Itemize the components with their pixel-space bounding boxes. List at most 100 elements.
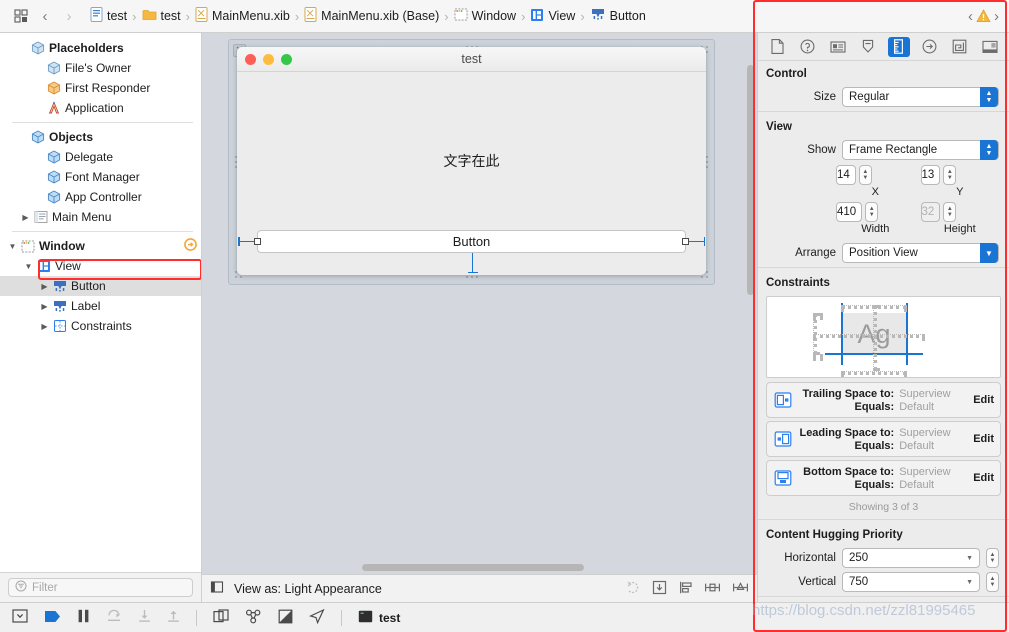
nav-forward-button[interactable]: ›: [58, 5, 80, 27]
step-out-icon[interactable]: [167, 609, 180, 626]
quick-help-icon[interactable]: [797, 37, 819, 57]
pause-icon[interactable]: [77, 609, 90, 626]
constraint-row-trailing[interactable]: Trailing Space to: Superview Equals: Def…: [766, 382, 1001, 418]
grid-icon[interactable]: [10, 5, 32, 27]
debug-view-hierarchy-icon[interactable]: [213, 608, 229, 627]
embed-in-icon[interactable]: [652, 580, 667, 598]
memory-graph-icon[interactable]: [245, 609, 262, 627]
outline-row-delegate[interactable]: Delegate: [0, 147, 201, 167]
chevron-updown-icon[interactable]: ▲ ▼: [980, 87, 998, 107]
constraint-edit-button[interactable]: Edit: [971, 394, 994, 406]
constraint-alignment-widget[interactable]: Ag: [766, 296, 1001, 378]
breadcrumb-label: MainMenu.xib: [212, 9, 290, 23]
arrange-popup[interactable]: Position View ▼: [842, 243, 999, 263]
twisty-icon[interactable]: ▶: [38, 282, 51, 291]
show-label: Show: [807, 144, 836, 156]
step-over-icon[interactable]: [106, 609, 122, 626]
debug-scheme[interactable]: test: [358, 610, 400, 626]
simulate-location-icon[interactable]: [308, 608, 325, 627]
simulate-appearance-icon[interactable]: [278, 609, 293, 627]
file-inspector-icon[interactable]: [766, 37, 788, 57]
continue-icon[interactable]: [44, 610, 61, 626]
bindings-inspector-icon[interactable]: [948, 37, 970, 57]
twisty-icon[interactable]: ▼: [6, 242, 19, 251]
outline-row-button[interactable]: ▶ Button: [0, 276, 201, 296]
size-popup[interactable]: Regular ▲ ▼: [842, 87, 999, 107]
step-into-icon[interactable]: [138, 609, 151, 626]
attributes-inspector-icon[interactable]: [857, 37, 879, 57]
resolve-issues-icon[interactable]: [732, 580, 749, 598]
breadcrumb-item-window[interactable]: Window: [454, 8, 516, 24]
connections-inspector-icon[interactable]: [918, 37, 940, 57]
update-frames-icon[interactable]: [626, 580, 641, 598]
outline-row-font-manager[interactable]: Font Manager: [0, 167, 201, 187]
y-stepper[interactable]: ▲ ▼: [943, 165, 957, 185]
preview-button[interactable]: Button: [257, 230, 686, 253]
x-stepper[interactable]: ▲ ▼: [858, 165, 872, 185]
view-effects-inspector-icon[interactable]: [979, 37, 1001, 57]
breadcrumb-item-xib[interactable]: MainMenu.xib: [195, 7, 290, 25]
layout-panel-icon[interactable]: [210, 580, 224, 597]
warning-triangle-icon[interactable]: [976, 9, 991, 23]
constraint-edit-button[interactable]: Edit: [971, 472, 994, 484]
size-inspector-icon[interactable]: [887, 36, 910, 57]
twisty-icon[interactable]: ▶: [38, 322, 51, 331]
hugging-vertical-combo[interactable]: 750 ▼: [842, 572, 980, 592]
nav-back-button[interactable]: ‹: [34, 5, 56, 27]
align-icon[interactable]: [678, 580, 693, 598]
outline-row-window[interactable]: ▼ Window: [0, 236, 201, 256]
chevron-down-icon[interactable]: ▼: [966, 579, 973, 586]
constraint-edit-button[interactable]: Edit: [971, 433, 994, 445]
issue-next-button[interactable]: ›: [994, 8, 999, 25]
twisty-icon[interactable]: ▶: [19, 213, 32, 222]
width-stepper[interactable]: ▲ ▼: [865, 202, 879, 222]
interface-builder-canvas[interactable]: ✕: [202, 33, 757, 574]
outline-row-main-menu[interactable]: ▶ Main Menu: [0, 207, 201, 227]
show-popup[interactable]: Frame Rectangle ▲ ▼: [842, 140, 999, 160]
outline-row-constraints[interactable]: ▶ Constraints: [0, 316, 201, 336]
scene-resize-handle-bottom[interactable]: [465, 276, 478, 278]
twisty-icon[interactable]: ▶: [38, 302, 51, 311]
outline-row-view[interactable]: ▼ View: [0, 256, 201, 276]
selection-handle-right[interactable]: [682, 238, 689, 245]
chevron-down-icon[interactable]: ▼: [966, 555, 973, 562]
canvas-vertical-scrollbar[interactable]: [747, 65, 754, 295]
canvas-scene-frame[interactable]: ✕: [228, 39, 715, 285]
outline-row-placeholders[interactable]: Placeholders: [0, 38, 201, 58]
outline-divider: [12, 122, 193, 123]
outline-row-label: File's Owner: [65, 61, 132, 75]
view-as-label[interactable]: View as: Light Appearance: [234, 582, 382, 596]
breadcrumb-item-xib-base[interactable]: MainMenu.xib (Base): [304, 7, 439, 25]
preview-text-label[interactable]: 文字在此: [444, 151, 500, 171]
x-input[interactable]: 14: [836, 165, 856, 185]
outline-row-application[interactable]: Application: [0, 98, 201, 118]
scene-resize-handle-right[interactable]: [706, 156, 708, 168]
constraint-row-leading[interactable]: Leading Space to: Superview Equals: Defa…: [766, 421, 1001, 457]
twisty-icon[interactable]: ▼: [22, 262, 35, 271]
hide-debug-area-icon[interactable]: [12, 609, 28, 626]
breadcrumb-item-folder[interactable]: test: [142, 8, 181, 24]
chevron-down-icon[interactable]: ▼: [980, 243, 998, 263]
outline-row-first-responder[interactable]: First Responder: [0, 78, 201, 98]
hugging-horizontal-combo[interactable]: 250 ▼: [842, 548, 980, 568]
outline-row-objects[interactable]: Objects: [0, 127, 201, 147]
preview-window[interactable]: test 文字在此 Button: [237, 47, 706, 275]
breadcrumb-item-view[interactable]: View: [530, 8, 575, 25]
chevron-updown-icon[interactable]: ▲ ▼: [980, 140, 998, 160]
selection-handle-left[interactable]: [254, 238, 261, 245]
hugging-horizontal-stepper[interactable]: ▲ ▼: [986, 548, 999, 568]
breadcrumb-item-project[interactable]: test: [90, 7, 127, 25]
constraint-row-bottom[interactable]: Bottom Space to: Superview Equals: Defau…: [766, 460, 1001, 496]
pin-icon[interactable]: [704, 580, 721, 598]
width-input[interactable]: 410: [836, 202, 863, 222]
identity-inspector-icon[interactable]: [827, 37, 849, 57]
hugging-vertical-stepper[interactable]: ▲ ▼: [986, 572, 999, 592]
filter-input[interactable]: Filter: [8, 578, 193, 597]
breadcrumb-item-button[interactable]: Button: [590, 7, 646, 25]
y-input[interactable]: 13: [920, 165, 941, 185]
outline-row-label[interactable]: ▶ Label: [0, 296, 201, 316]
canvas-horizontal-scrollbar[interactable]: [362, 564, 584, 571]
outline-row-app-controller[interactable]: App Controller: [0, 187, 201, 207]
issue-prev-button[interactable]: ‹: [968, 8, 973, 25]
outline-row-files-owner[interactable]: File's Owner: [0, 58, 201, 78]
